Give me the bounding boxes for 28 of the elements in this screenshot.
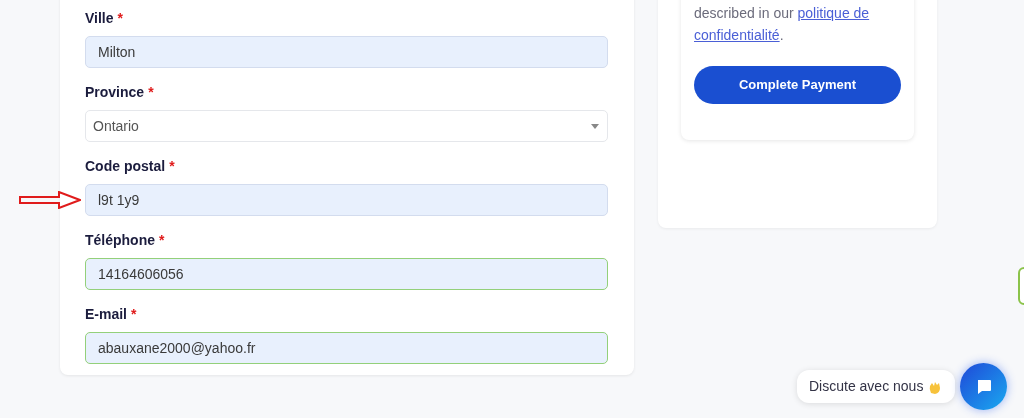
caret-icon <box>591 123 599 129</box>
chat-prompt-text: Discute avec nous <box>809 377 924 396</box>
field-value: Milton <box>98 42 136 62</box>
privacy-link[interactable]: politique de <box>797 5 870 21</box>
field-value: 14164606056 <box>98 264 184 284</box>
required-mark: * <box>131 304 137 324</box>
chat-button[interactable] <box>960 363 1007 410</box>
required-mark: * <box>169 156 175 176</box>
field-label: Code postal <box>85 156 166 176</box>
field-value: l9t 1y9 <box>98 190 140 210</box>
input-field[interactable]: 14164606056 <box>85 258 608 290</box>
privacy-link[interactable]: confidentialité <box>694 27 780 43</box>
complete-payment-button[interactable]: Complete Payment <box>694 66 901 104</box>
chat-prompt[interactable]: Discute avec nous <box>797 370 956 403</box>
input-field[interactable]: Milton <box>85 36 608 68</box>
province-select[interactable]: Ontario <box>85 110 608 142</box>
privacy-notice: described in our politique de confidentialité. <box>694 4 871 45</box>
field-label: Ville <box>85 8 114 28</box>
required-mark: * <box>117 8 123 28</box>
input-field[interactable]: abauxane2000@yahoo.fr <box>85 332 608 364</box>
field-value: abauxane2000@yahoo.fr <box>98 338 256 358</box>
field-value: Ontario <box>93 116 139 136</box>
field-label: Téléphone <box>85 230 155 250</box>
required-mark: * <box>159 230 165 250</box>
field-label: E-mail <box>85 304 127 324</box>
field-label: Province <box>85 82 145 102</box>
input-field[interactable]: l9t 1y9 <box>85 184 608 216</box>
required-mark: * <box>148 82 154 102</box>
